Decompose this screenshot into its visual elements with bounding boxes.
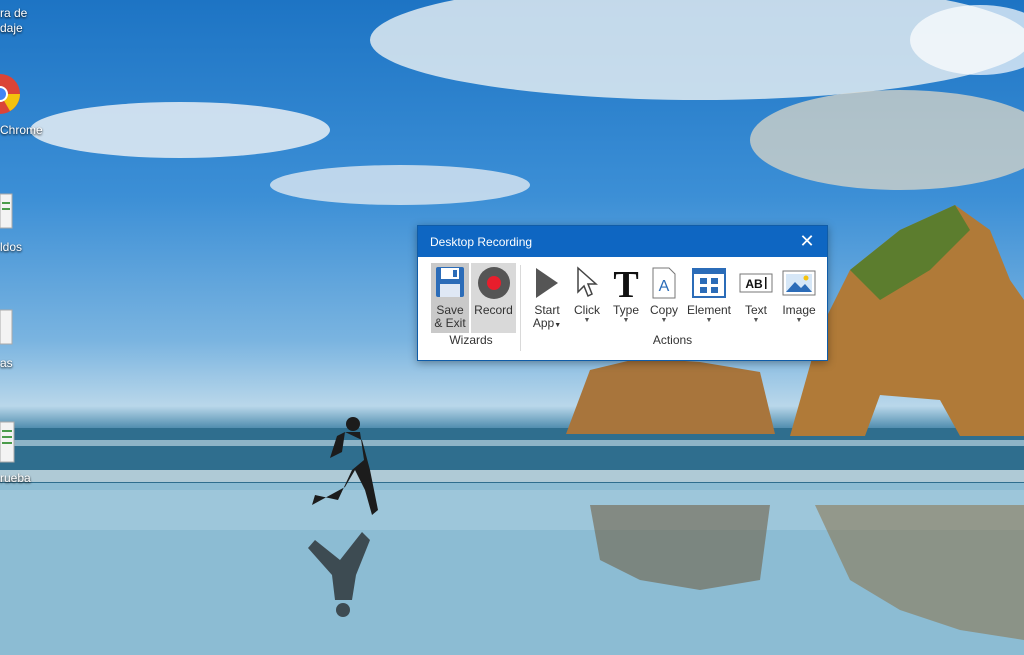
start-app-button[interactable]: Start App▼ bbox=[528, 263, 566, 333]
window-titlebar[interactable]: Desktop Recording ✕ bbox=[418, 226, 827, 257]
desktop-shortcut-label: Chrome bbox=[0, 123, 43, 137]
play-icon bbox=[534, 266, 560, 303]
element-icon bbox=[692, 266, 726, 303]
type-label: Type ▼ bbox=[607, 304, 645, 325]
group-separator bbox=[520, 265, 521, 351]
start-app-label: Start App▼ bbox=[532, 303, 562, 330]
save-exit-label: Save & Exit bbox=[434, 303, 466, 330]
click-label: Click ▼ bbox=[568, 304, 606, 325]
desktop-shortcut-label: as bbox=[0, 356, 13, 370]
desktop-shortcut-label: ra de bbox=[0, 6, 28, 20]
window-title: Desktop Recording bbox=[430, 235, 533, 249]
chevron-down-icon: ▼ bbox=[795, 317, 803, 324]
image-button[interactable]: Image ▼ bbox=[778, 263, 820, 333]
record-label: Record bbox=[474, 303, 513, 317]
chevron-down-icon: ▼ bbox=[705, 317, 713, 324]
record-icon bbox=[477, 266, 511, 303]
chevron-down-icon: ▼ bbox=[622, 317, 630, 324]
record-button[interactable]: Record bbox=[471, 263, 516, 333]
wizards-group-label: Wizards bbox=[449, 333, 493, 347]
svg-text:AB: AB bbox=[745, 277, 763, 291]
actions-group: Start App▼ Click ▼ T Type ▼ A Copy ▼ Ele… bbox=[524, 263, 821, 355]
text-button[interactable]: AB Text ▼ bbox=[736, 263, 776, 333]
cursor-icon bbox=[575, 266, 599, 303]
text-field-icon: AB bbox=[739, 266, 773, 303]
actions-group-label: Actions bbox=[652, 333, 693, 347]
type-button[interactable]: T Type ▼ bbox=[607, 263, 645, 333]
ribbon: Save & Exit Record Wizards Start App▼ Cl… bbox=[424, 263, 821, 355]
chevron-down-icon: ▼ bbox=[752, 317, 760, 324]
copy-label: Copy ▼ bbox=[645, 304, 683, 325]
type-icon: T bbox=[610, 264, 642, 306]
close-icon[interactable]: ✕ bbox=[795, 230, 819, 254]
image-label: Image ▼ bbox=[778, 304, 820, 325]
wizards-group: Save & Exit Record Wizards bbox=[424, 263, 518, 355]
image-icon bbox=[782, 266, 816, 303]
copy-button[interactable]: A Copy ▼ bbox=[645, 263, 683, 333]
svg-text:A: A bbox=[659, 278, 670, 295]
desktop-shortcut-label: ldos bbox=[0, 240, 23, 254]
click-button[interactable]: Click ▼ bbox=[568, 263, 606, 333]
element-button[interactable]: Element ▼ bbox=[685, 263, 733, 333]
text-label: Text ▼ bbox=[736, 304, 776, 325]
copy-icon: A bbox=[650, 266, 678, 303]
desktop-shortcut-label: rueba bbox=[0, 471, 31, 485]
element-label: Element ▼ bbox=[686, 303, 732, 325]
desktop-recording-window: Desktop Recording ✕ Save & Exit Record W… bbox=[417, 225, 828, 361]
save-exit-button[interactable]: Save & Exit bbox=[431, 263, 469, 333]
floppy-disk-icon bbox=[435, 266, 465, 301]
desktop-shortcut-label-line2: daje bbox=[0, 21, 23, 35]
chevron-down-icon: ▼ bbox=[583, 317, 591, 324]
svg-text:T: T bbox=[613, 266, 638, 300]
chevron-down-icon: ▼ bbox=[660, 317, 668, 324]
